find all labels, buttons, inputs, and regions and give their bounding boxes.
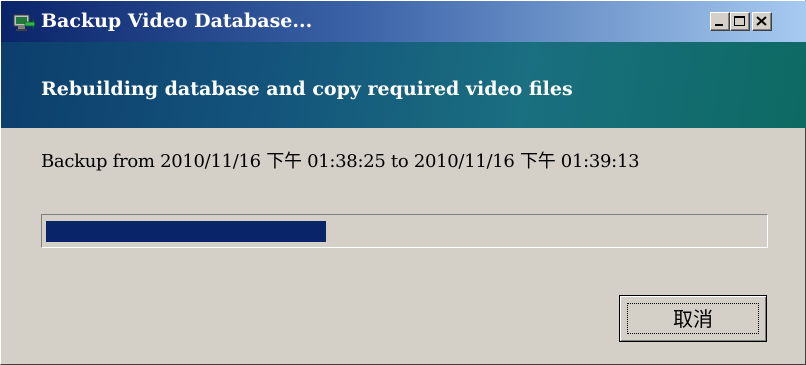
backup-dialog: Backup Video Database... Rebuilding data… <box>0 0 806 365</box>
cancel-button[interactable]: 取消 <box>619 295 767 342</box>
header-banner: Rebuilding database and copy required vi… <box>1 42 806 128</box>
maximize-icon <box>734 16 745 26</box>
maximize-button[interactable] <box>730 12 750 31</box>
window-title: Backup Video Database... <box>41 10 313 32</box>
minimize-button[interactable] <box>710 12 730 31</box>
close-icon <box>756 16 767 26</box>
minimize-icon <box>715 24 723 26</box>
backup-range-text: Backup from 2010/11/16 下午 01:38:25 to 20… <box>41 151 640 172</box>
banner-heading: Rebuilding database and copy required vi… <box>41 78 573 100</box>
title-bar[interactable]: Backup Video Database... <box>1 1 806 42</box>
progress-fill <box>46 221 326 242</box>
close-button[interactable] <box>752 12 772 31</box>
cancel-button-label: 取消 <box>673 307 713 331</box>
backup-app-icon <box>13 14 35 31</box>
progress-bar <box>41 214 768 248</box>
